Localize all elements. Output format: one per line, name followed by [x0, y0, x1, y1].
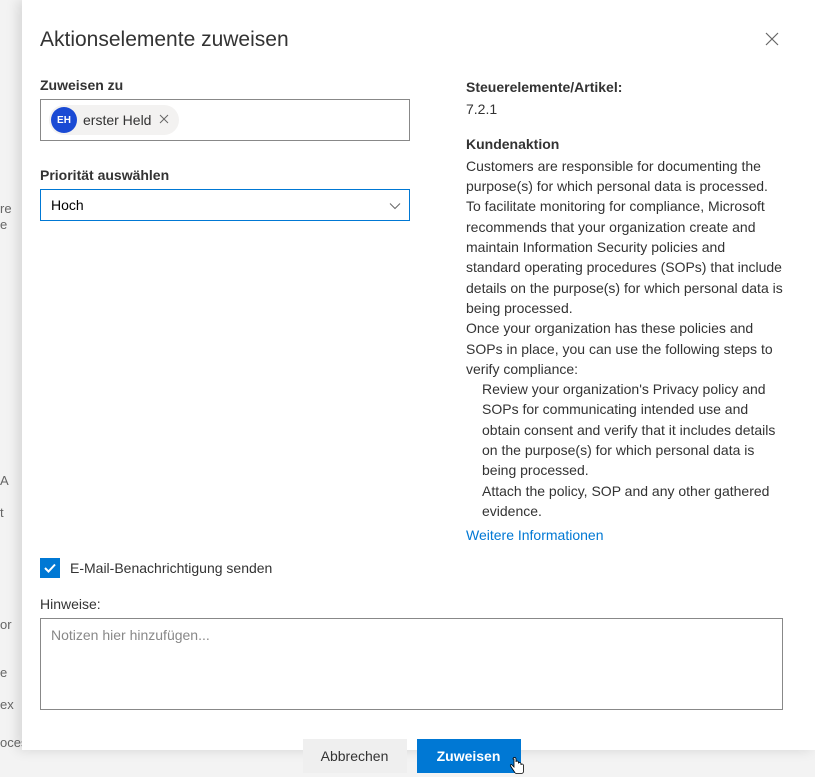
notes-textarea[interactable] — [40, 618, 783, 710]
bg-text: ex — [0, 696, 14, 714]
modal-title: Aktionselemente zuweisen — [40, 28, 289, 52]
bg-text: or — [0, 616, 12, 634]
assign-to-label: Zuweisen zu — [40, 77, 410, 93]
close-icon — [159, 114, 169, 124]
person-chip: EH erster Held — [49, 105, 179, 135]
checkmark-icon — [43, 561, 57, 575]
chevron-down-icon — [389, 197, 401, 213]
close-icon — [765, 32, 779, 46]
action-step: Attach the policy, SOP and any other gat… — [466, 481, 783, 522]
modal-footer: Abbrechen Zuweisen — [40, 739, 783, 777]
email-notification-label: E-Mail-Benachrichtigung senden — [70, 560, 272, 576]
cancel-button[interactable]: Abbrechen — [303, 739, 407, 773]
remove-person-button[interactable] — [157, 111, 171, 129]
assign-to-input[interactable]: EH erster Held — [40, 99, 410, 141]
priority-label: Priorität auswählen — [40, 167, 410, 183]
bg-text: e — [0, 216, 7, 234]
modal-header: Aktionselemente zuweisen — [40, 28, 783, 53]
bg-text: t — [0, 504, 4, 522]
action-paragraph: Customers are responsible for documentin… — [466, 156, 783, 318]
controls-value: 7.2.1 — [466, 99, 783, 119]
customer-action-label: Kundenaktion — [466, 134, 783, 154]
action-paragraph: Once your organization has these policie… — [466, 318, 783, 379]
bg-text: e — [0, 664, 7, 682]
customer-action-body: Customers are responsible for documentin… — [466, 156, 783, 521]
email-notification-checkbox[interactable] — [40, 558, 60, 578]
priority-value: Hoch — [51, 197, 84, 213]
bg-text: A — [0, 472, 9, 490]
cursor-hand-icon — [507, 755, 527, 777]
more-info-link[interactable]: Weitere Informationen — [466, 525, 603, 545]
assign-button[interactable]: Zuweisen — [417, 739, 521, 773]
close-button[interactable] — [761, 28, 783, 53]
notes-label: Hinweise: — [40, 596, 783, 612]
person-name: erster Held — [83, 112, 151, 128]
controls-label: Steuerelemente/Artikel: — [466, 77, 783, 97]
priority-select[interactable]: Hoch — [40, 189, 410, 221]
avatar: EH — [51, 107, 77, 133]
assign-action-items-modal: Aktionselemente zuweisen Zuweisen zu EH … — [22, 0, 815, 750]
action-step: Review your organization's Privacy polic… — [466, 379, 783, 480]
